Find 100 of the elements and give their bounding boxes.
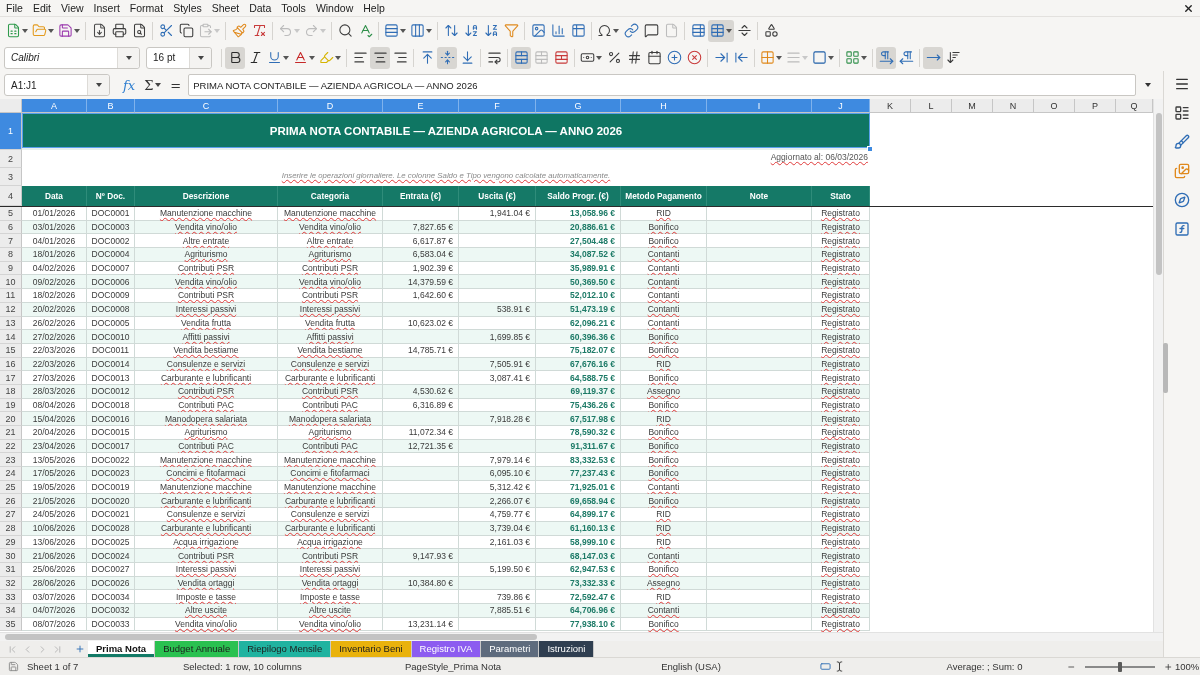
selection-mode-icon[interactable]	[820, 661, 831, 672]
table-cell: Agriturismo	[135, 248, 278, 262]
formula-button[interactable]: =	[168, 75, 184, 95]
menu-item[interactable]: Format	[124, 0, 169, 16]
row-number[interactable]: 33	[0, 590, 22, 604]
column-letter[interactable]: H	[621, 99, 707, 113]
column-letter[interactable]: B	[87, 99, 135, 113]
row-number[interactable]: 5	[0, 207, 22, 221]
column-letter[interactable]: D	[278, 99, 383, 113]
bar-chart-icon	[550, 23, 566, 38]
row-number[interactable]: 10	[0, 275, 22, 290]
row-number[interactable]: 17	[0, 371, 22, 385]
sheet-tab[interactable]: Inventario Beni	[331, 641, 412, 657]
menu-item[interactable]: Tools	[276, 0, 311, 16]
column-letter[interactable]: A	[22, 99, 87, 113]
row-number[interactable]: 23	[0, 453, 22, 468]
row-number[interactable]: 1	[0, 113, 22, 150]
menu-item[interactable]: View	[56, 0, 89, 16]
selection-handle[interactable]	[867, 146, 873, 152]
menu-item[interactable]: Edit	[27, 0, 56, 16]
menu-item[interactable]: Help	[358, 0, 390, 16]
zoom-in-icon[interactable]	[1163, 661, 1172, 672]
column-letter[interactable]: C	[135, 99, 278, 113]
sheet-tab[interactable]: Parametri	[481, 641, 540, 657]
align-center-button[interactable]	[370, 46, 390, 69]
row-number[interactable]: 8	[0, 248, 22, 262]
row-number[interactable]: 11	[0, 289, 22, 303]
scissors-icon	[158, 23, 174, 38]
row-number[interactable]: 21	[0, 426, 22, 440]
table-header-cell: Uscita (€)	[459, 186, 536, 206]
row-number[interactable]: 14	[0, 330, 22, 344]
row-number[interactable]: 2	[0, 150, 22, 168]
bold-button[interactable]	[225, 46, 245, 69]
sheet-tab[interactable]: Istruzioni	[539, 641, 595, 657]
function-wizard-button[interactable]: fx	[121, 75, 138, 95]
align-middle-button[interactable]	[437, 46, 457, 69]
table-cell: 1,699.85 €	[459, 330, 536, 344]
text-direction-button[interactable]	[923, 46, 943, 69]
column-letter[interactable]: L	[911, 99, 952, 113]
menu-item[interactable]: Sheet	[206, 0, 245, 16]
row-number[interactable]: 4	[0, 186, 22, 206]
italic-icon	[247, 50, 263, 65]
table-cell: Registrato	[812, 316, 870, 331]
row-number[interactable]: 27	[0, 508, 22, 522]
column-letter[interactable]: E	[383, 99, 459, 113]
freeze-button[interactable]	[708, 19, 734, 42]
column-letter[interactable]: Q	[1116, 99, 1153, 113]
vertical-scrollbar[interactable]	[1153, 99, 1163, 632]
table-cell: Vendita ortaggi	[278, 576, 383, 591]
menu-item[interactable]: Window	[310, 0, 359, 16]
table-cell: Registrato	[812, 521, 870, 536]
row-number[interactable]: 20	[0, 412, 22, 426]
sum-button[interactable]: Σ	[142, 75, 164, 95]
dropdown-caret-icon	[74, 28, 80, 33]
font-color-icon	[293, 50, 308, 65]
name-box-field[interactable]: A1:J1	[4, 74, 110, 96]
table-cell: 24/05/2026	[22, 508, 87, 522]
table-cell: 739.86 €	[459, 590, 536, 604]
row-number[interactable]: 26	[0, 494, 22, 509]
table-cell: DOC0010	[87, 330, 135, 344]
slider-thumb[interactable]	[1117, 661, 1122, 672]
row-number[interactable]: 30	[0, 549, 22, 563]
column-letter[interactable]: J	[812, 99, 870, 113]
row-number[interactable]: 7	[0, 234, 22, 249]
row-number[interactable]: 3	[0, 168, 22, 186]
table-icon	[710, 23, 725, 38]
column-letter[interactable]: M	[952, 99, 993, 113]
column-letter[interactable]: K	[870, 99, 911, 113]
sheet-tab[interactable]: Budget Annuale	[155, 641, 240, 657]
merge-center-button[interactable]	[511, 46, 531, 69]
menu-item[interactable]: Data	[244, 0, 277, 16]
font-name-field[interactable]: Calibri	[4, 46, 140, 69]
sheet-tab[interactable]: Registro IVA	[411, 641, 482, 657]
table-cell: 7,918.28 €	[459, 412, 536, 426]
menu-item[interactable]: Insert	[88, 0, 125, 16]
column-letter[interactable]: N	[993, 99, 1034, 113]
table-cell: 15/04/2026	[22, 412, 87, 426]
sheet-tab[interactable]: Riepilogo Mensile	[239, 641, 332, 657]
column-letter[interactable]: O	[1034, 99, 1075, 113]
font-size-field[interactable]: 16 pt	[146, 46, 212, 69]
menu-item[interactable]: File	[1, 0, 28, 16]
column-letter[interactable]: P	[1075, 99, 1116, 113]
dropdown-caret-icon	[197, 55, 204, 60]
table-cell: Manutenzione macchine	[135, 453, 278, 468]
table-header-cell: Note	[707, 186, 812, 206]
menu-item[interactable]: Styles	[168, 0, 207, 16]
sidebar-handle[interactable]	[1163, 343, 1168, 393]
dropdown-caret-icon	[596, 55, 602, 60]
left-to-right-button[interactable]	[876, 46, 896, 69]
column-letter[interactable]: F	[459, 99, 536, 113]
selection-text: Selected: 1 row, 10 columns	[183, 661, 302, 672]
table-header-cell: Descrizione	[135, 186, 278, 206]
table-cell: Registrato	[812, 508, 870, 522]
column-letter[interactable]: G	[536, 99, 621, 113]
row-number[interactable]: 24	[0, 467, 22, 481]
shapes-icon	[763, 23, 779, 38]
sheet-tab[interactable]: Prima Nota	[88, 641, 156, 657]
column-letter[interactable]: I	[707, 99, 812, 113]
table-cell: Bonifico	[621, 453, 707, 468]
formula-input-field[interactable]: PRIMA NOTA CONTABILE — AZIENDA AGRICOLA — ANNO 2026	[188, 74, 1136, 96]
